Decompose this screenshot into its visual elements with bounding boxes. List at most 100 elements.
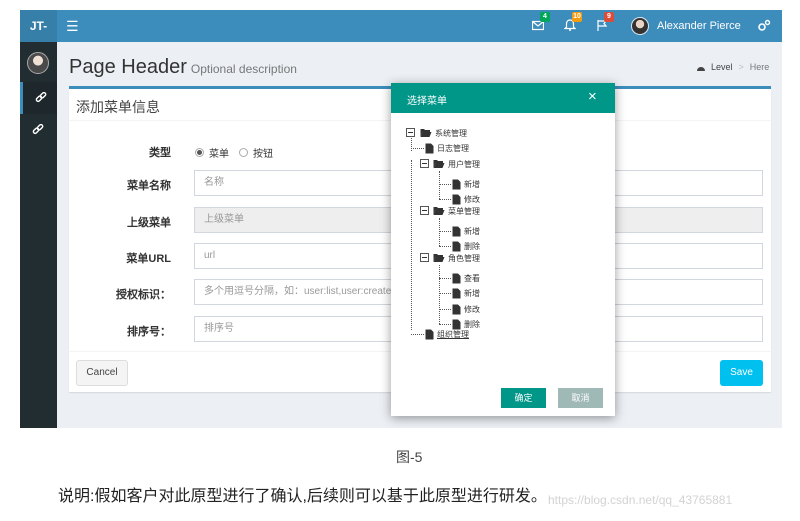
breadcrumb-here: Here	[749, 62, 770, 72]
cancel-button[interactable]: Cancel	[76, 360, 128, 386]
top-navbar: JT- ☰ 4 10 9 Alexander Pierce	[20, 10, 782, 42]
name-label: 菜单名称	[127, 180, 171, 192]
tree-node-menu-add[interactable]: 新增	[452, 225, 480, 237]
bell-icon[interactable]: 10	[564, 12, 582, 34]
radio-menu-label: 菜单	[209, 149, 229, 160]
tree-node-role[interactable]: 角色管理	[433, 252, 480, 264]
tree-node-label: 新增	[464, 226, 480, 236]
notification-count-badge: 10	[572, 12, 582, 22]
dialog-header: 选择菜单 ×	[391, 83, 615, 113]
page-title-text: Page Header	[69, 56, 187, 78]
save-button[interactable]: Save	[720, 360, 763, 386]
tree-node-label: 系统管理	[435, 128, 467, 138]
tree-node-label: 用户管理	[448, 159, 480, 169]
tree-collapse-toggle[interactable]	[420, 253, 429, 262]
tree-node-label: 日志管理	[437, 143, 469, 153]
sidebar	[20, 42, 57, 428]
tree-node-label: 修改	[464, 304, 480, 314]
mail-count-badge: 4	[540, 12, 550, 22]
tree-node-org[interactable]: 组织管理	[425, 328, 469, 340]
dialog-title: 选择菜单	[407, 96, 447, 107]
file-icon	[452, 226, 461, 236]
tree-node-role-view[interactable]: 查看	[452, 272, 480, 284]
mail-icon[interactable]: 4	[532, 12, 550, 34]
folder-open-icon	[433, 254, 445, 262]
confirm-button[interactable]: 确定	[501, 388, 546, 408]
tree-node-log[interactable]: 日志管理	[425, 142, 469, 154]
page-description: Optional description	[190, 62, 297, 76]
sidebar-toggle-icon[interactable]: ☰	[66, 18, 79, 34]
file-icon	[452, 241, 461, 251]
sidebar-item-link-2[interactable]	[20, 114, 57, 146]
tree-node-user[interactable]: 用户管理	[433, 158, 480, 170]
radio-button-label: 按钮	[253, 149, 273, 160]
tree-node-label: 菜单管理	[448, 206, 480, 216]
avatar	[631, 17, 649, 35]
file-icon	[452, 304, 461, 314]
radio-menu[interactable]	[195, 148, 204, 157]
tree-collapse-toggle[interactable]	[420, 159, 429, 168]
tree-line	[439, 231, 451, 232]
link-icon	[35, 92, 47, 103]
tree-node-user-add[interactable]: 新增	[452, 178, 480, 190]
flag-icon[interactable]: 9	[596, 12, 614, 34]
link-icon	[32, 124, 44, 135]
tree-line	[439, 218, 440, 246]
settings-gears-icon[interactable]	[757, 19, 771, 36]
tree-collapse-toggle[interactable]	[406, 128, 415, 137]
tree-line	[439, 265, 440, 324]
folder-open-icon	[420, 129, 432, 137]
breadcrumb-level[interactable]: Level	[711, 62, 733, 72]
page-title: Page Header Optional description	[69, 56, 297, 79]
description-note: 说明:假如客户对此原型进行了确认,后续则可以基于此原型进行研发。	[58, 488, 547, 505]
folder-open-icon	[433, 160, 445, 168]
select-menu-dialog: 选择菜单 × 系统管理 日志管理 用户管理 新增 修改 菜单管理 新增 删除 角…	[391, 83, 615, 416]
box-title: 添加菜单信息	[76, 99, 160, 115]
tree-node-label: 角色管理	[448, 253, 480, 263]
tree-node-label: 组织管理	[437, 329, 469, 339]
tree-line	[411, 160, 412, 330]
tree-node-user-edit[interactable]: 修改	[452, 193, 480, 205]
sidebar-item-link-1[interactable]	[20, 82, 57, 114]
breadcrumb: Level > Here	[696, 62, 769, 72]
dashboard-icon	[697, 66, 705, 71]
user-menu[interactable]: Alexander Pierce	[631, 16, 741, 36]
permission-label: 授权标识：	[116, 289, 171, 301]
watermark: https://blog.csdn.net/qq_43765881	[548, 493, 733, 507]
tree-collapse-toggle[interactable]	[420, 206, 429, 215]
radio-button[interactable]	[239, 148, 248, 157]
tree-line	[439, 324, 451, 325]
tree-node-menu[interactable]: 菜单管理	[433, 205, 480, 217]
tree-line	[411, 334, 424, 335]
type-label: 类型	[149, 147, 171, 159]
sort-label: 排序号：	[127, 326, 171, 338]
sidebar-avatar	[27, 52, 49, 74]
tree-line	[439, 293, 451, 294]
file-icon	[452, 288, 461, 298]
breadcrumb-separator: >	[738, 62, 744, 72]
tree-line	[439, 278, 451, 279]
type-radio-group: 菜单 按钮	[195, 145, 273, 160]
tree-line	[439, 246, 451, 247]
tree-node-menu-delete[interactable]: 删除	[452, 240, 480, 252]
file-icon	[425, 143, 434, 153]
logo[interactable]: JT-	[20, 10, 57, 42]
file-icon	[452, 273, 461, 283]
tree-line	[439, 171, 440, 199]
url-label: 菜单URL	[126, 253, 171, 265]
dialog-cancel-button[interactable]: 取消	[558, 388, 603, 408]
tree-node-label: 新增	[464, 288, 480, 298]
user-name: Alexander Pierce	[657, 20, 741, 32]
tree-node-role-edit[interactable]: 修改	[452, 303, 480, 315]
figure-caption: 图-5	[396, 449, 423, 465]
menu-tree: 系统管理 日志管理 用户管理 新增 修改 菜单管理 新增 删除 角色管理 查看 …	[391, 113, 615, 373]
tree-line	[439, 309, 451, 310]
file-icon	[452, 179, 461, 189]
tree-line	[411, 148, 424, 149]
tree-line	[439, 184, 451, 185]
tree-node-label: 新增	[464, 179, 480, 189]
close-icon[interactable]: ×	[588, 88, 597, 106]
tree-node-role-add[interactable]: 新增	[452, 287, 480, 299]
flag-count-badge: 9	[604, 12, 614, 22]
tree-node-system[interactable]: 系统管理	[420, 127, 467, 139]
